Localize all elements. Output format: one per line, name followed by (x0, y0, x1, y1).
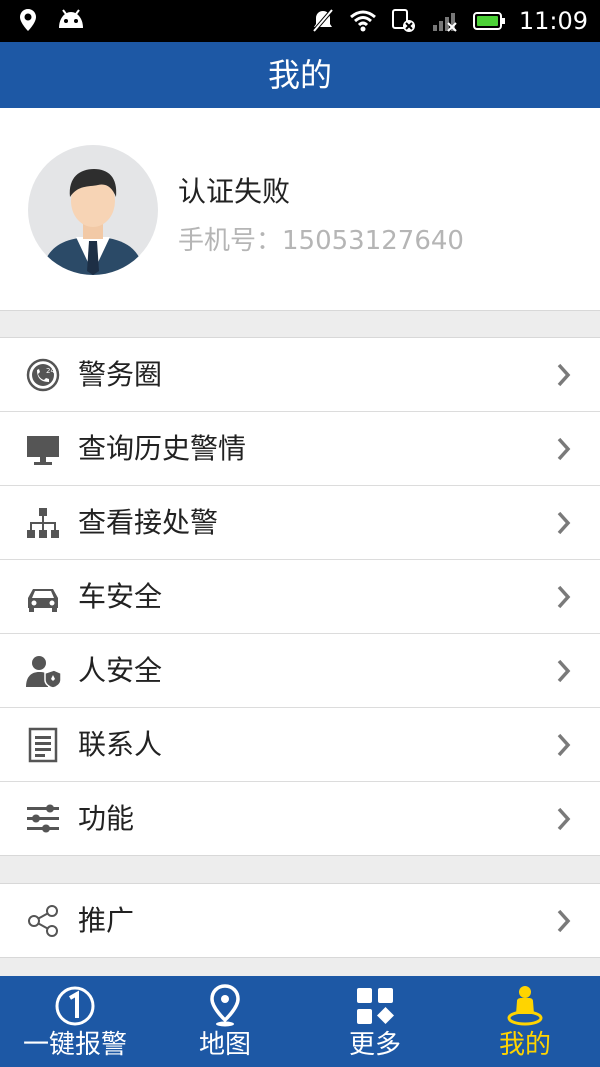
bottom-tab-bar: 一键报警 地图 更多 我的 (0, 976, 600, 1067)
location-icon (20, 9, 36, 31)
menu-label: 查询历史警情 (78, 432, 247, 465)
chevron-right-icon (557, 909, 571, 933)
profile-name: 认证失败 (178, 175, 291, 208)
profile-card[interactable]: 认证失败 手机号：15053127640 (0, 108, 600, 311)
menu-item-police-circle[interactable]: 24 警务圈 (0, 338, 600, 412)
bell-muted-icon (312, 8, 334, 33)
battery-icon (472, 12, 505, 30)
tab-mine[interactable]: 我的 (450, 976, 600, 1067)
tab-label: 一键报警 (22, 1030, 127, 1060)
tab-alarm[interactable]: 一键报警 (0, 976, 150, 1067)
menu-label: 车安全 (78, 580, 163, 613)
status-bar: 11:09 (0, 0, 600, 42)
wifi-icon (349, 10, 376, 32)
avatar[interactable] (28, 145, 158, 275)
page-title: 我的 (0, 42, 600, 108)
chevron-right-icon (557, 511, 571, 535)
avatar-person-icon (42, 169, 144, 275)
chevron-right-icon (557, 807, 571, 831)
menu-item-person-safety[interactable]: 人安全 (0, 634, 600, 708)
alarm-one-icon (55, 986, 95, 1026)
chevron-right-icon (557, 437, 571, 461)
chevron-right-icon (557, 659, 571, 683)
chevron-right-icon (557, 363, 571, 387)
contact-list-icon (28, 727, 58, 763)
map-pin-icon (210, 984, 240, 1027)
android-icon (59, 9, 83, 28)
extra-menu: 推广 (0, 883, 600, 958)
menu-label: 人安全 (78, 654, 163, 687)
menu-label: 警务圈 (78, 358, 163, 391)
menu-label: 推广 (78, 904, 135, 937)
tab-label: 地图 (198, 1030, 251, 1060)
monitor-icon (27, 436, 59, 465)
sliders-icon (27, 804, 59, 833)
menu-label: 联系人 (78, 728, 163, 761)
svg-text:24: 24 (46, 367, 55, 375)
phone-24-icon: 24 (26, 358, 60, 392)
person-shield-icon (26, 656, 62, 689)
status-time: 11:09 (518, 7, 588, 35)
signal-icon (432, 13, 457, 32)
menu-item-contacts[interactable]: 联系人 (0, 708, 600, 782)
car-icon (28, 589, 58, 612)
grid-more-icon (357, 988, 394, 1024)
org-chart-icon (27, 508, 59, 538)
profile-phone: 手机号：15053127640 (178, 226, 464, 256)
menu-label: 查看接处警 (78, 506, 219, 539)
menu-item-promote[interactable]: 推广 (0, 884, 600, 957)
chevron-right-icon (557, 585, 571, 609)
menu-item-car-safety[interactable]: 车安全 (0, 560, 600, 634)
menu-label: 功能 (78, 802, 135, 835)
tab-label: 我的 (498, 1030, 551, 1060)
menu-item-dispatch[interactable]: 查看接处警 (0, 486, 600, 560)
share-icon (28, 905, 58, 937)
main-menu: 24 警务圈 查询历史警情 查看接处警 车安全 人安全 联系人 功能 (0, 337, 600, 856)
chevron-right-icon (557, 733, 571, 757)
tab-map[interactable]: 地图 (150, 976, 300, 1067)
tab-label: 更多 (348, 1030, 401, 1060)
tab-more[interactable]: 更多 (300, 976, 450, 1067)
menu-item-functions[interactable]: 功能 (0, 782, 600, 855)
menu-item-history[interactable]: 查询历史警情 (0, 412, 600, 486)
sim-error-icon (391, 9, 415, 32)
person-icon (507, 986, 543, 1026)
